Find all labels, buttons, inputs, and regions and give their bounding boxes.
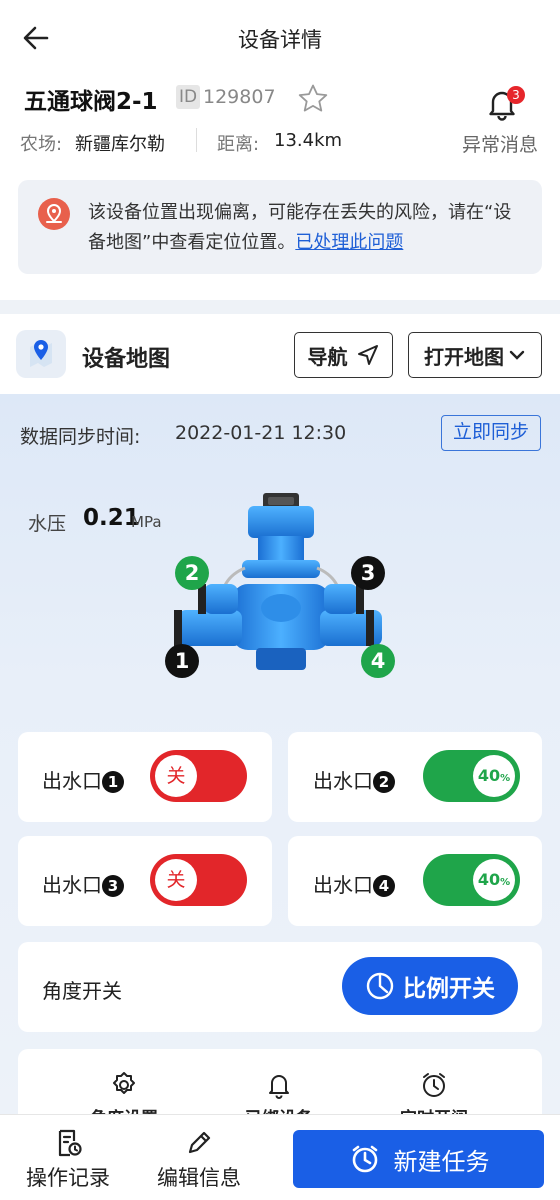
outlet-2-toggle[interactable]: 40% — [423, 750, 520, 802]
sync-now-button[interactable]: 立即同步 — [441, 415, 541, 451]
send-arrow-icon — [357, 345, 378, 365]
toggle-knob: 关 — [155, 755, 197, 797]
resolve-issue-link[interactable]: 已处理此问题 — [295, 232, 403, 253]
open-map-dropdown[interactable]: 打开地图 — [408, 332, 542, 378]
outlet-label-text: 出水口 — [313, 873, 373, 897]
outlet-2-label: 出水口 2 — [313, 765, 395, 794]
outlet-number: 3 — [102, 875, 124, 897]
outlet-percent-unit: % — [500, 773, 511, 784]
new-task-label: 新建任务 — [393, 1147, 490, 1176]
angle-switch-label: 角度开关 — [42, 979, 122, 1003]
farm-value: 新疆库尔勒 — [75, 134, 165, 155]
bell-icon — [269, 1075, 289, 1099]
pressure-label: 水压 — [28, 513, 67, 535]
outlet-3-toggle[interactable]: 关 — [150, 854, 247, 906]
gauge-icon — [366, 972, 394, 1000]
outlet-1-toggle[interactable]: 关 — [150, 750, 247, 802]
outlet-4-label: 出水口 4 — [313, 869, 395, 898]
outlet-label-text: 出水口 — [42, 873, 102, 897]
chevron-down-icon — [509, 350, 525, 360]
outlet-3-label: 出水口 3 — [42, 869, 124, 898]
arrow-left-icon — [23, 26, 49, 50]
map-pin-icon — [16, 330, 66, 378]
valve-marker-1: 1 — [165, 644, 199, 678]
pencil-icon — [188, 1131, 211, 1154]
pressure-unit: MPa — [131, 513, 162, 531]
new-task-button[interactable]: 新建任务 — [293, 1130, 544, 1188]
edit-info-label: 编辑信息 — [157, 1166, 241, 1190]
outlet-number: 4 — [373, 875, 395, 897]
toggle-knob: 40% — [473, 859, 515, 901]
operation-log-button[interactable]: 操作记录 — [20, 1128, 116, 1192]
outlet-percent: 40 — [477, 766, 501, 785]
outlet-label-text: 出水口 — [42, 769, 102, 793]
navigate-button[interactable]: 导航 — [294, 332, 393, 378]
toggle-knob: 40% — [473, 755, 515, 797]
outlet-1-label: 出水口 1 — [42, 765, 124, 794]
device-name: 五通球阀2-1 — [24, 89, 158, 115]
farm-label: 农场: — [20, 134, 63, 155]
divider — [196, 128, 197, 152]
outlet-number: 1 — [102, 771, 124, 793]
valve-marker-3: 3 — [351, 556, 385, 590]
outlet-percent: 40 — [477, 870, 501, 889]
alarm-label[interactable]: 异常消息 — [462, 130, 538, 157]
document-clock-icon — [58, 1129, 82, 1157]
ratio-switch-button[interactable]: 比例开关 — [342, 957, 518, 1015]
open-map-label: 打开地图 — [424, 344, 504, 369]
distance-label: 距离: — [217, 134, 260, 155]
alarm-count-badge: 3 — [507, 86, 525, 104]
outlet-number: 2 — [373, 771, 395, 793]
device-id-label: ID — [176, 85, 201, 109]
warning-text: 该设备位置出现偏离，可能存在丢失的风险，请在“设备地图”中查看定位位置。已处理此… — [88, 198, 528, 258]
map-section-title: 设备地图 — [82, 347, 171, 372]
ratio-switch-label: 比例开关 — [403, 976, 495, 1002]
valve-marker-4: 4 — [361, 644, 395, 678]
alarm-clock-icon — [423, 1073, 445, 1097]
star-icon — [298, 84, 328, 112]
distance-value: 13.4km — [274, 130, 343, 151]
valve-marker-2: 2 — [175, 556, 209, 590]
navigate-label: 导航 — [307, 344, 348, 369]
outlet-percent-unit: % — [500, 877, 511, 888]
operation-log-label: 操作记录 — [26, 1166, 110, 1190]
favorite-button[interactable] — [296, 82, 330, 116]
sync-time-label: 数据同步时间: — [20, 426, 141, 448]
location-pin-icon — [38, 198, 70, 230]
toggle-knob: 关 — [155, 859, 197, 901]
sync-time-value: 2022-01-21 12:30 — [175, 422, 347, 444]
gear-icon — [113, 1072, 135, 1094]
back-button[interactable] — [20, 22, 52, 54]
outlet-label-text: 出水口 — [313, 769, 373, 793]
alarm-clock-icon — [352, 1145, 377, 1173]
device-id-value: 129807 — [203, 86, 276, 108]
edit-info-button[interactable]: 编辑信息 — [150, 1128, 248, 1192]
outlet-4-toggle[interactable]: 40% — [423, 854, 520, 906]
